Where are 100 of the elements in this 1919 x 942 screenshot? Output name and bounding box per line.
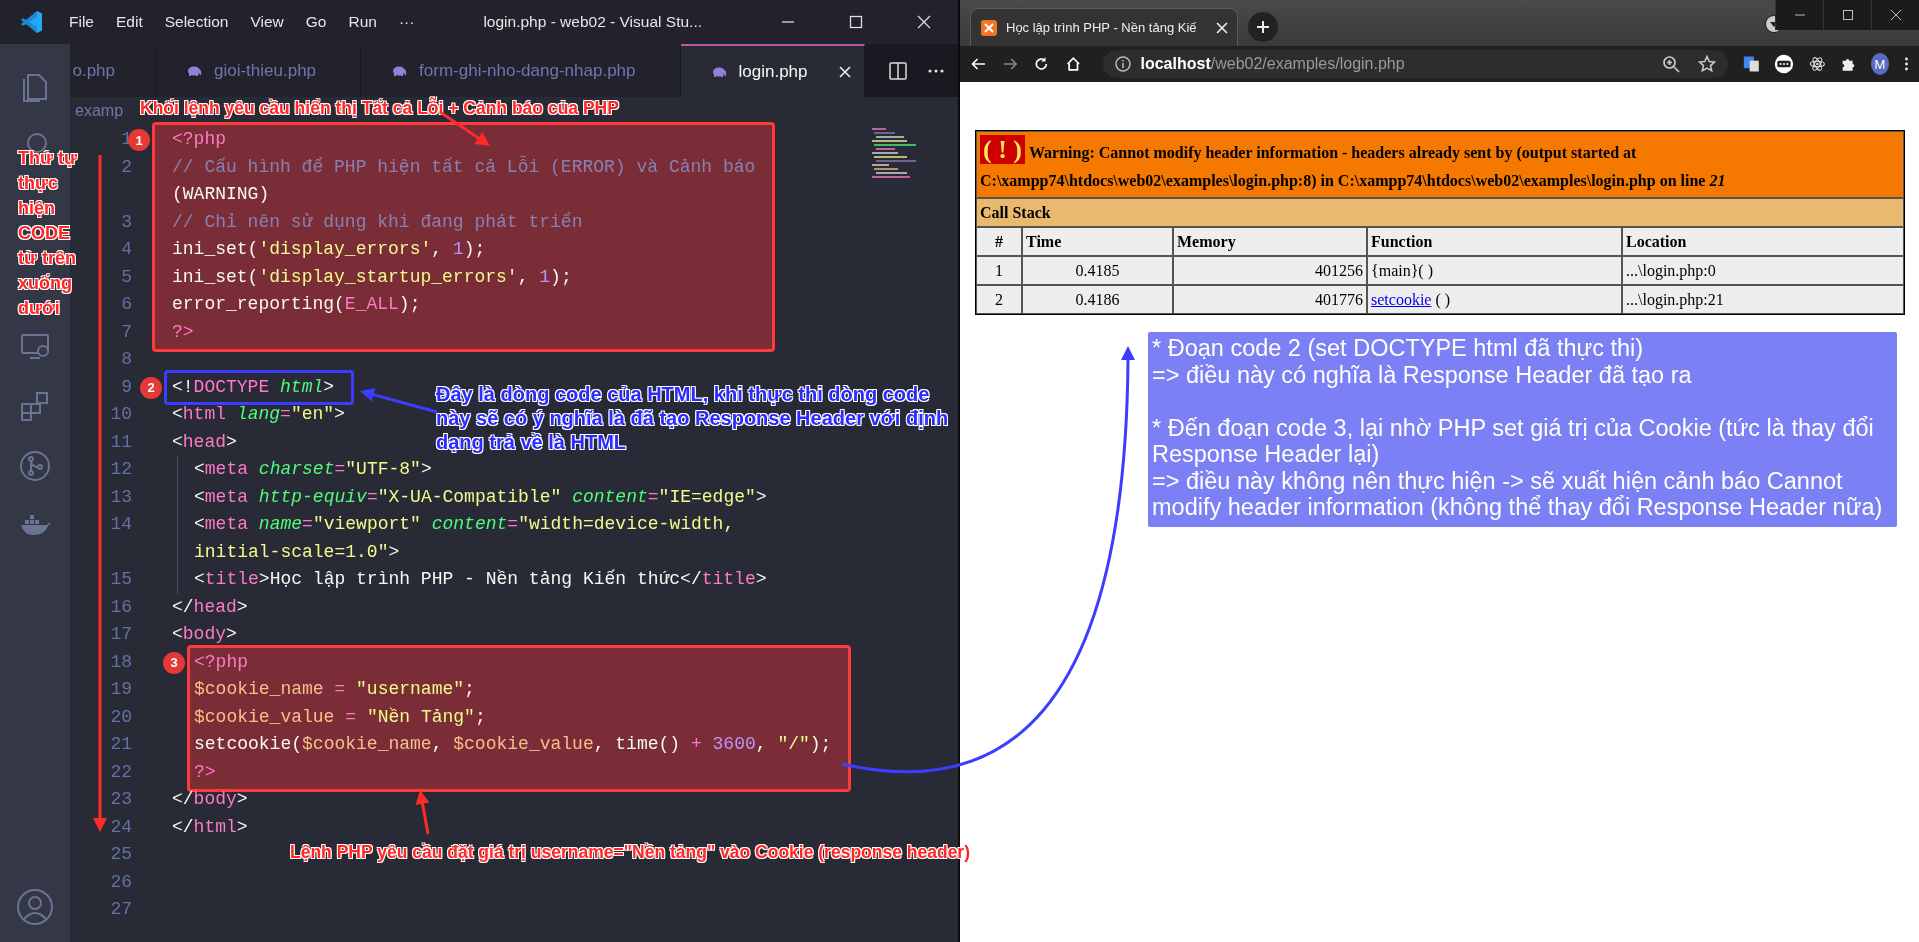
menu-item[interactable]: ···: [387, 13, 426, 31]
line-number: 3: [121, 210, 132, 234]
code-line: <?php: [172, 128, 226, 151]
code-line: // Cấu hình để PHP hiện tất cả Lỗi (ERROR) và Cảnh báo (WARNING): [172, 154, 756, 206]
atom-icon[interactable]: [1809, 54, 1826, 74]
line-number: 25: [110, 843, 132, 866]
address-bar[interactable]: localhost/web02/examples/login.php: [1102, 50, 1728, 78]
line-number: 11: [110, 430, 132, 454]
annotation-text: Đây là dòng code của HTML, khi thực thi dòng code này sẽ có ý nghĩa là đã tạo Response Header với định dạng trả về là HTML: [436, 382, 950, 454]
code-line: <html lang="en">: [172, 403, 345, 426]
editor-tab[interactable]: login.php: [680, 44, 865, 97]
maximize-icon[interactable]: [1841, 9, 1854, 21]
split-editor-icon[interactable]: [888, 60, 908, 81]
menu-item[interactable]: Selection: [153, 13, 240, 31]
line-number: 5: [121, 265, 132, 289]
editor-tab[interactable]: gioi-thieu.php: [156, 44, 362, 97]
line-number: 6: [121, 293, 132, 316]
menu-item[interactable]: View: [239, 13, 295, 31]
translate-icon[interactable]: [1742, 54, 1760, 74]
code-line: ini_set('display_errors', 1);: [172, 238, 486, 261]
code-line: $cookie_value = "Nền Tảng";: [193, 705, 486, 729]
logo-icon: [980, 18, 998, 37]
column-header: Function: [1367, 227, 1622, 256]
code-line: ?>: [172, 320, 194, 344]
function-link[interactable]: setcookie: [1371, 290, 1432, 308]
note-text: * Đến đoạn code 3, lại nhờ PHP set giá trị của Cookie (tức là thay đổi Response Header lại): [1152, 414, 1875, 468]
note-text: => điều này có nghĩa là Response Header đã tạo ra: [1152, 361, 1693, 388]
line-number: 26: [110, 870, 132, 894]
line-number: 19: [110, 678, 132, 701]
table-cell: {main}( ): [1371, 261, 1433, 279]
menu-item[interactable]: Run: [337, 13, 388, 31]
table-cell: 0.4185: [1022, 256, 1173, 285]
table-cell: ...\login.php:0: [1622, 256, 1904, 285]
window-title: login.php - web02 - Visual Stu...: [483, 13, 702, 31]
line-number: 2: [121, 155, 132, 179]
browser-tab[interactable]: Học lập trình PHP - Nền tảng Kiế: [970, 8, 1238, 46]
column-header: Memory: [1173, 227, 1367, 256]
extension-icon[interactable]: [1774, 52, 1795, 76]
line-number: 8: [121, 348, 132, 371]
editor-tab[interactable]: form-ghi-nho-dang-nhap.php: [361, 44, 681, 97]
code-line: <?php: [193, 650, 248, 674]
table-cell: 1: [976, 256, 1022, 285]
annotation-arrow: [415, 790, 430, 835]
annotation-text: Thứ tự thực hiện CODE từ trên xuống dưới: [18, 147, 79, 320]
table-cell: ...\login.php:21: [1622, 285, 1904, 314]
line-number: 12: [110, 458, 132, 481]
line-number: 7: [121, 320, 132, 344]
menu-item[interactable]: Edit: [105, 13, 154, 31]
code-line: </head>: [172, 595, 248, 619]
code-line: error_reporting(E_ALL);: [172, 293, 421, 316]
menu-item[interactable]: Go: [294, 13, 338, 31]
code-line: ?>: [193, 760, 216, 784]
table-cell: 2: [976, 285, 1022, 314]
table-cell: ( ): [1435, 290, 1451, 308]
editor-tab[interactable]: o.php: [70, 44, 156, 97]
info-icon: [1114, 56, 1131, 72]
line-number: 20: [110, 705, 132, 729]
code-line: </html>: [172, 815, 248, 839]
line-number: 13: [110, 485, 132, 509]
column-header: #: [976, 227, 1022, 256]
avatar[interactable]: M: [1870, 53, 1889, 75]
plus-icon: [1256, 20, 1270, 34]
line-number: 23: [110, 788, 132, 811]
table-cell: 401776: [1173, 285, 1367, 314]
line-number: 15: [110, 568, 132, 591]
line-number: 14: [110, 513, 132, 536]
close-icon[interactable]: [916, 14, 932, 30]
zoom-icon[interactable]: [1661, 55, 1680, 73]
home-icon[interactable]: [1064, 54, 1082, 74]
note-text: => điều này không nên thực hiện -> sẽ xuất hiện cảnh báo Cannot modify header information (không thể thay đổi Response Header nữa): [1152, 467, 1884, 521]
table-title: Call Stack: [976, 198, 1904, 227]
line-number: 18: [110, 650, 132, 674]
star-icon[interactable]: [1697, 55, 1716, 73]
maximize-icon[interactable]: [848, 14, 864, 30]
line-number: 16: [110, 595, 132, 619]
git-branch-icon[interactable]: [18, 449, 52, 483]
code-line: <!DOCTYPE html>: [172, 375, 335, 399]
line-number: 22: [110, 760, 132, 784]
line-number: 4: [121, 238, 132, 261]
line-number: 21: [110, 733, 132, 756]
annotation-text: Khối lệnh yêu cầu hiển thị Tất cả Lỗi + Cảnh báo của PHP: [140, 98, 619, 119]
warning-message: ( ! ) Warning: Cannot modify header information - headers already sent by (output started at C:\xampp74\htdocs\web02\examples\login.php:8) in C:\xampp74\htdocs\web02\examples\login.php on line 21: [976, 131, 1904, 198]
menu-icon[interactable]: [1903, 55, 1909, 73]
column-header: Time: [1022, 227, 1173, 256]
close-icon[interactable]: [1889, 9, 1902, 21]
code-line: // Chỉ nên sử dụng khi đang phát triển: [172, 210, 583, 234]
line-number: 27: [110, 898, 132, 921]
code-line: <head>: [172, 430, 237, 454]
url-text: localhost/web02/examples/login.php: [1140, 55, 1405, 73]
account-icon[interactable]: [15, 887, 55, 927]
new-tab-button[interactable]: [1248, 12, 1278, 42]
step-marker: 3: [163, 651, 185, 674]
table-cell: 0.4186: [1022, 285, 1173, 314]
code-line: <body>: [172, 623, 237, 646]
menu-item[interactable]: File: [58, 13, 105, 31]
code-line: setcookie($cookie_name, $cookie_value, time() + 3600, "/");: [193, 733, 832, 756]
line-number: 9: [121, 375, 132, 399]
code-line: </body>: [172, 788, 248, 811]
code-line: $cookie_name = "username";: [193, 678, 475, 701]
step-marker: 1: [128, 129, 150, 151]
